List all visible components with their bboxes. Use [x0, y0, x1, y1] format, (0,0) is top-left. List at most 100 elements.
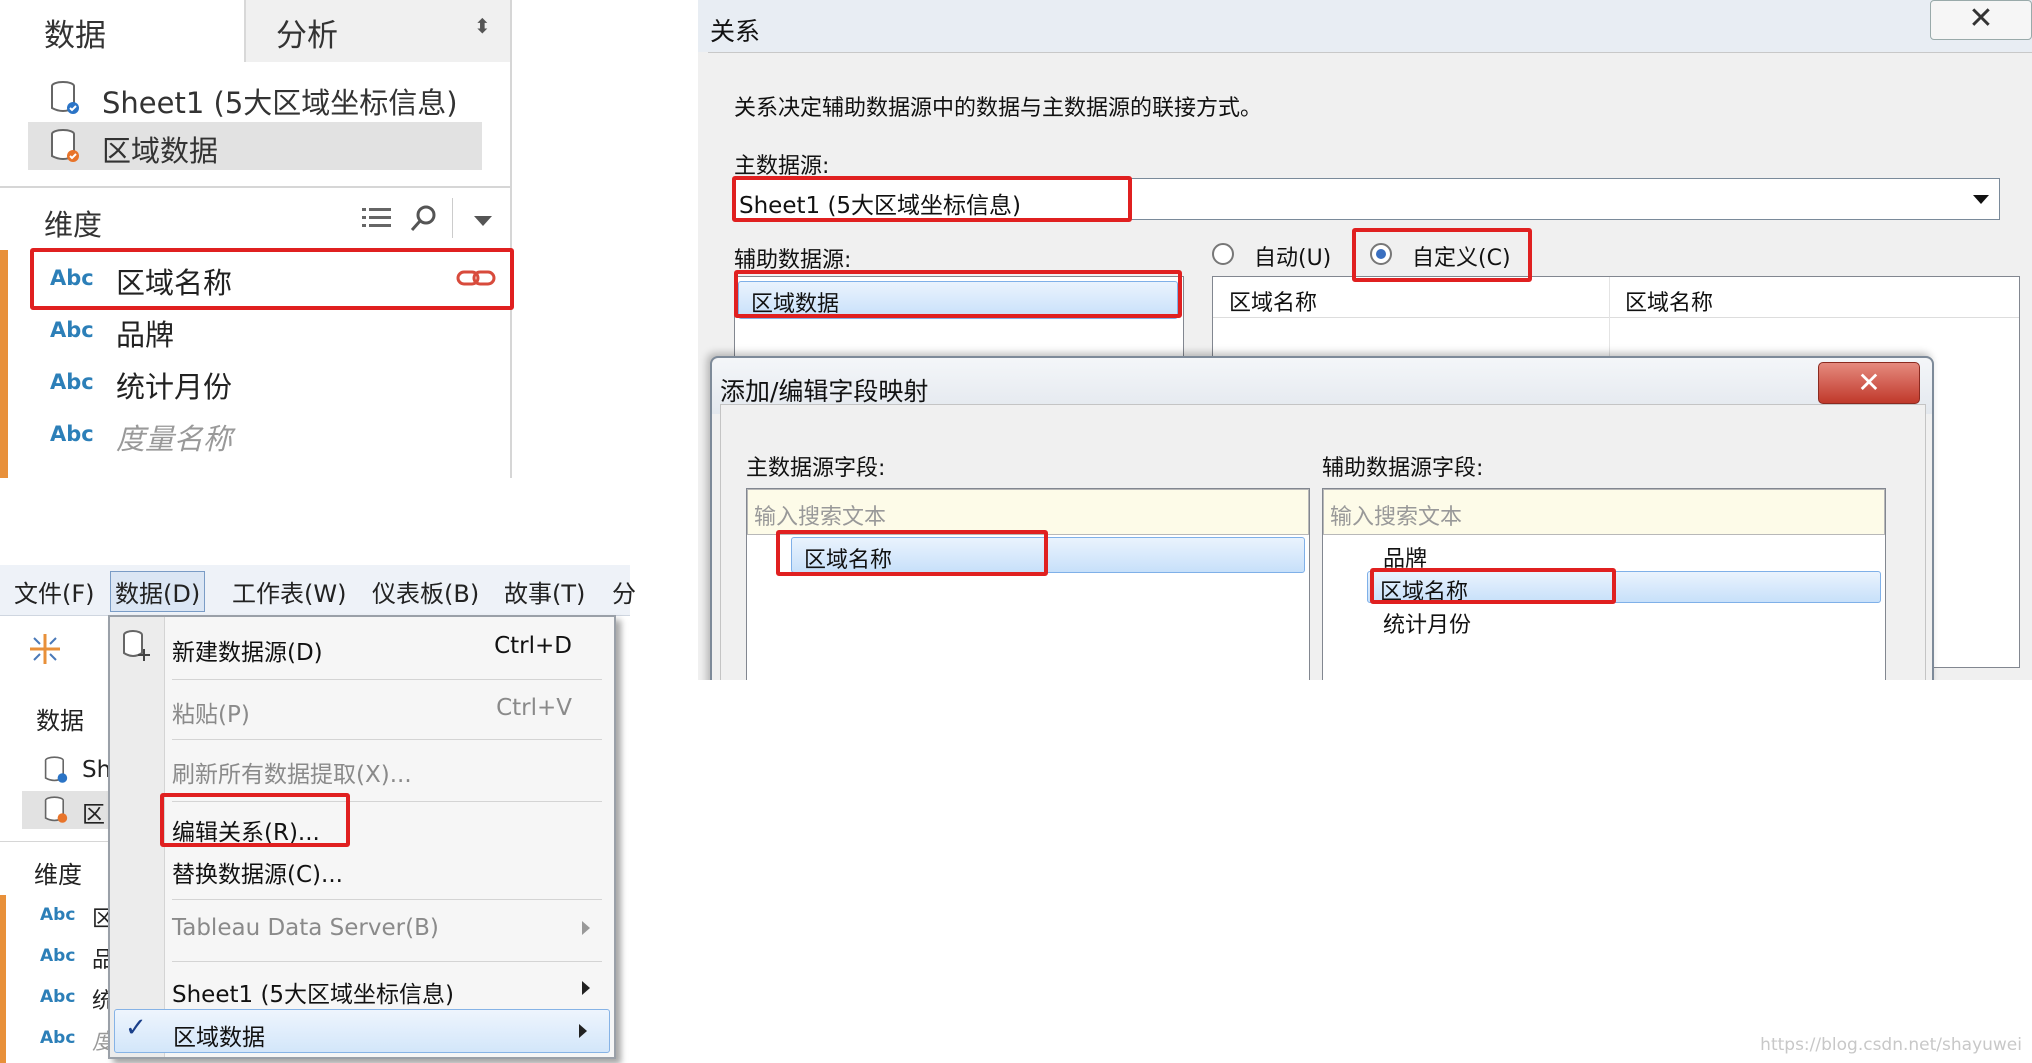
menu-item-replace-datasource[interactable]: 替换数据源(C)...	[164, 849, 612, 893]
secondary-source-item[interactable]: 区域数据	[738, 281, 1178, 319]
chevron-right-icon	[582, 981, 590, 995]
menu-bar: 文件(F) 数据(D) 工作表(W) 仪表板(B) 故事(T) 分	[0, 565, 636, 616]
menu-separator	[172, 961, 602, 962]
watermark: https://blog.csdn.net/shayuwei	[1760, 1035, 2022, 1055]
tab-analysis-label: 分析	[276, 18, 338, 54]
menu-item-label: 编辑关系(R)...	[172, 820, 320, 846]
radio-custom[interactable]	[1370, 243, 1392, 265]
radio-auto-label: 自动(U)	[1254, 246, 1332, 271]
source-region-letter: 区	[82, 802, 105, 828]
dimension-item-month[interactable]: Abc 统计月份	[30, 360, 500, 406]
menu-item-label: 替换数据源(C)...	[172, 862, 343, 888]
dimension-item-region-name[interactable]: Abc 区域名称	[30, 256, 500, 302]
data-source-region-label: 区域数据	[102, 134, 219, 168]
radio-auto[interactable]	[1212, 243, 1234, 265]
data-pane: 数据 分析 ⬍ Sheet1 (5大区域坐标信息) 区域数据 维度 Abc 区域…	[0, 0, 514, 478]
dimension-label: 统计月份	[116, 370, 233, 404]
menu-analysis[interactable]: 分	[612, 574, 636, 609]
checkmark-icon: ✓	[125, 1013, 147, 1043]
secondary-field-list: 输入搜索文本 品牌 区域名称 统计月份	[1322, 488, 1886, 680]
data-source-region[interactable]: 区域数据	[28, 122, 482, 170]
menu-shortcut: Ctrl+V	[496, 695, 572, 721]
field-mapping-dialog: 添加/编辑字段映射 ✕ 主数据源字段: 辅助数据源字段: 输入搜索文本 区域名称…	[710, 356, 1934, 680]
database-secondary-icon	[51, 129, 79, 162]
menu-dashboard[interactable]: 仪表板(B)	[372, 574, 479, 609]
secondary-field-item-selected[interactable]: 区域名称	[1367, 571, 1881, 605]
menu-item-paste[interactable]: 粘贴(P) Ctrl+V	[164, 683, 612, 735]
string-type-icon: Abc	[40, 905, 76, 925]
tab-menu-icon[interactable]: ⬍	[474, 14, 491, 38]
dimension-item-measure-names[interactable]: Abc 度量名称	[30, 412, 500, 458]
secondary-field-item[interactable]: 统计月份	[1367, 605, 1867, 638]
primary-search-input[interactable]: 输入搜索文本	[747, 489, 1309, 535]
primary-source-dropdown[interactable]: Sheet1 (5大区域坐标信息)	[734, 178, 2000, 220]
menu-item-region-source[interactable]: ✓ 区域数据	[114, 1009, 610, 1053]
data-source-sheet1[interactable]: Sheet1 (5大区域坐标信息)	[50, 76, 490, 122]
menu-gutter	[110, 617, 165, 1057]
menu-item-edit-relationships[interactable]: 编辑关系(R)...	[164, 805, 612, 849]
secondary-source-value: 区域数据	[751, 292, 840, 317]
dialog-titlebar: 关系 ✕	[698, 0, 2032, 52]
pane-border	[510, 0, 512, 478]
field-mapping-title: 添加/编辑字段映射	[720, 377, 929, 406]
dimension-label: 度量名称	[116, 422, 233, 456]
chevron-right-icon	[579, 1024, 587, 1038]
menu-item-label: 刷新所有数据提取(X)...	[172, 762, 412, 788]
primary-field-item[interactable]: 区域名称	[791, 537, 1305, 573]
primary-field-list: 输入搜索文本 区域名称	[746, 488, 1310, 680]
menu-story[interactable]: 故事(T)	[504, 574, 585, 609]
source-region-partial[interactable]: 区	[22, 791, 108, 829]
menu-item-label: 粘贴(P)	[172, 702, 250, 728]
dimension-accent-bar	[0, 895, 6, 1063]
menu-item-sheet1-source[interactable]: Sheet1 (5大区域坐标信息)	[164, 965, 612, 1009]
search-icon[interactable]	[410, 204, 438, 232]
new-datasource-icon	[123, 630, 150, 661]
menu-item-data-server[interactable]: Tableau Data Server(B)	[164, 903, 612, 955]
string-type-icon: Abc	[40, 987, 76, 1007]
secondary-field-value: 统计月份	[1383, 613, 1472, 638]
tableau-logo-icon[interactable]	[26, 630, 64, 668]
menu-separator	[172, 801, 602, 802]
relationship-dialog: 关系 ✕ 关系决定辅助数据源中的数据与主数据源的联接方式。 主数据源: Shee…	[698, 0, 2032, 680]
list-view-icon[interactable]	[362, 206, 392, 232]
menu-separator	[172, 899, 602, 900]
tab-data-label: 数据	[44, 18, 106, 54]
tab-analysis[interactable]: 分析 ⬍	[244, 0, 512, 62]
radio-custom-label: 自定义(C)	[1412, 246, 1511, 271]
divider	[0, 841, 108, 842]
chevron-right-icon	[582, 921, 590, 935]
menu-data[interactable]: 数据(D)	[110, 571, 206, 612]
dimension-item-brand[interactable]: Abc 品牌	[30, 308, 500, 354]
divider	[708, 52, 2032, 53]
menu-item-refresh-extracts[interactable]: 刷新所有数据提取(X)...	[164, 743, 612, 795]
database-primary-icon	[51, 81, 79, 114]
secondary-field-item[interactable]: 品牌	[1367, 539, 1867, 572]
secondary-field-label: 辅助数据源字段:	[1322, 456, 1484, 481]
primary-field-label: 主数据源字段:	[746, 456, 886, 481]
data-menu-dropdown: 新建数据源(D) Ctrl+D 粘贴(P) Ctrl+V 刷新所有数据提取(X)…	[108, 615, 616, 1059]
menu-panel: 文件(F) 数据(D) 工作表(W) 仪表板(B) 故事(T) 分 数据 Sh …	[0, 565, 636, 1063]
search-placeholder: 输入搜索文本	[1330, 505, 1463, 530]
close-button[interactable]: ✕	[1930, 0, 2032, 40]
dimensions-header: 维度	[34, 861, 82, 889]
dimension-accent-bar	[0, 250, 8, 478]
search-placeholder: 输入搜索文本	[754, 505, 887, 530]
tab-data[interactable]: 数据	[0, 0, 244, 62]
database-secondary-icon	[44, 796, 68, 823]
pane-tabs: 数据 分析 ⬍	[0, 0, 512, 62]
menu-file[interactable]: 文件(F)	[14, 574, 95, 609]
menu-item-new-datasource[interactable]: 新建数据源(D) Ctrl+D	[164, 621, 612, 673]
secondary-search-input[interactable]: 输入搜索文本	[1323, 489, 1885, 535]
string-type-icon: Abc	[50, 266, 94, 290]
string-type-icon: Abc	[50, 370, 94, 394]
divider	[452, 198, 453, 238]
close-button[interactable]: ✕	[1818, 362, 1920, 404]
source-sheet1-partial[interactable]: Sh	[82, 757, 111, 783]
string-type-icon: Abc	[50, 318, 94, 342]
database-primary-icon	[44, 756, 68, 783]
link-icon	[456, 270, 496, 286]
secondary-field-value: 区域名称	[1380, 580, 1469, 605]
menu-worksheet[interactable]: 工作表(W)	[232, 574, 346, 609]
string-type-icon: Abc	[40, 946, 76, 966]
chevron-down-icon[interactable]	[474, 216, 492, 226]
